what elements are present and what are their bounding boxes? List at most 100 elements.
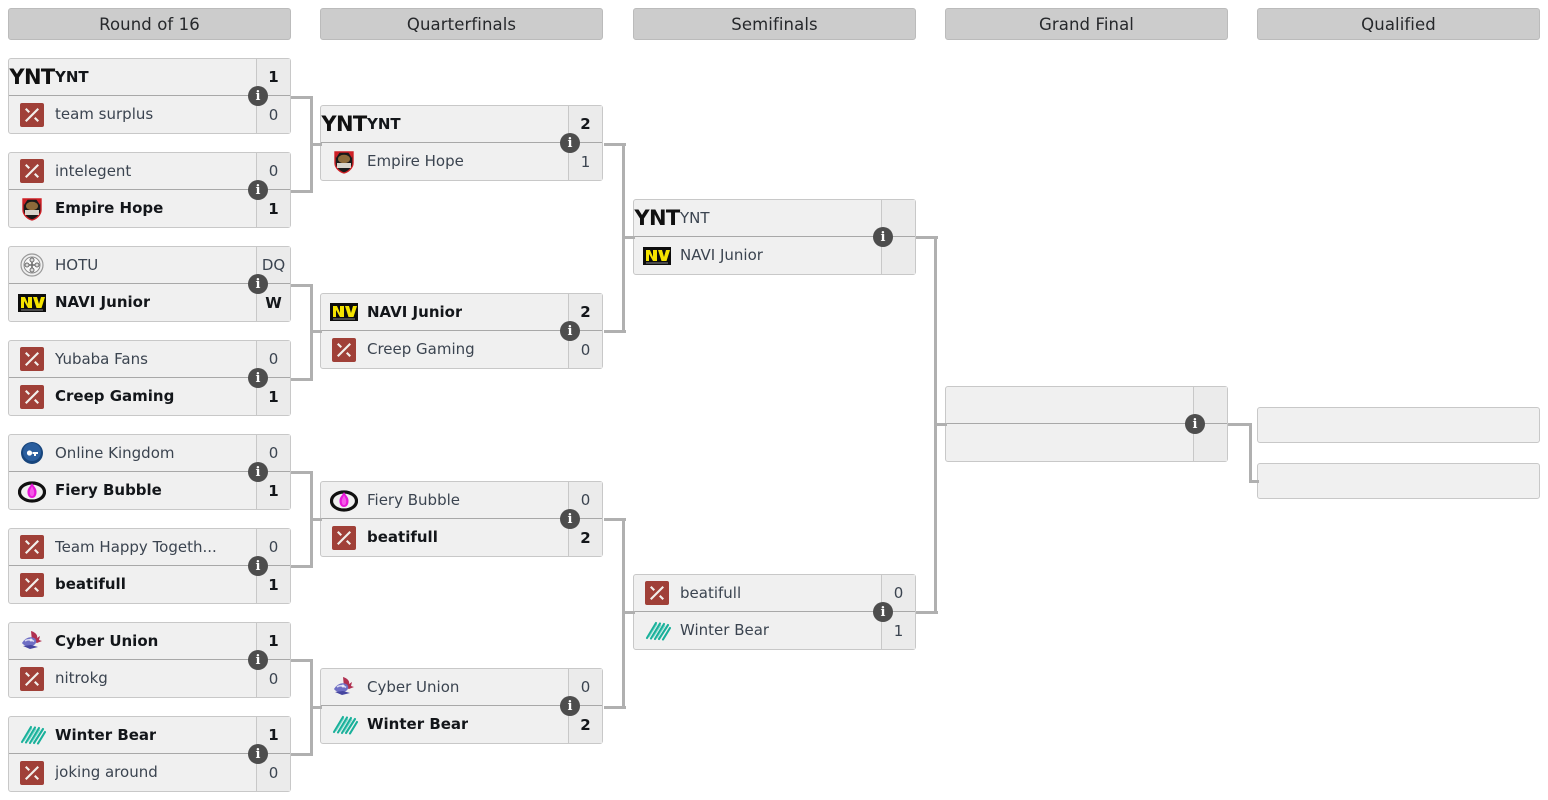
opponent-bottom: team surplus	[9, 96, 256, 133]
match-opponent-row[interactable]: Team Happy Togeth... 0	[9, 529, 290, 566]
opponent-bottom: NAVI Junior	[634, 237, 881, 274]
match-info-icon[interactable]: i	[248, 368, 268, 388]
navi-logo-icon	[329, 299, 359, 325]
match-info-icon[interactable]: i	[248, 462, 268, 482]
connector	[310, 706, 322, 709]
match-info-icon[interactable]: i	[560, 696, 580, 716]
qualified-slot-1[interactable]	[1257, 407, 1540, 443]
match-info-icon[interactable]: i	[248, 556, 268, 576]
match-opponent-row[interactable]: Yubaba Fans 0	[9, 341, 290, 378]
dota-default-logo-icon	[329, 337, 359, 363]
match-info-icon[interactable]: i	[248, 180, 268, 200]
match-opponent-row[interactable]: YNT YNT 2	[321, 106, 602, 143]
match-info-icon[interactable]: i	[873, 602, 893, 622]
opponent-bottom	[946, 424, 1193, 461]
connector	[622, 611, 635, 614]
match-opponent-row[interactable]: Online Kingdom 0	[9, 435, 290, 472]
ynt-text-logo-icon: YNT	[321, 111, 367, 136]
team-name: Fiery Bubble	[367, 492, 460, 508]
match-opponent-row[interactable]: joking around 0	[9, 754, 290, 791]
match-r16-3[interactable]: HOTU DQ NAVI Junior W i	[8, 246, 291, 322]
qualified-slot-2[interactable]	[1257, 463, 1540, 499]
team-name: Winter Bear	[367, 717, 469, 732]
match-info-icon[interactable]: i	[248, 744, 268, 764]
match-opponent-row[interactable]: Fiery Bubble 1	[9, 472, 290, 509]
navi-logo-icon	[17, 290, 47, 316]
match-info-icon[interactable]: i	[248, 274, 268, 294]
match-info-icon[interactable]: i	[1185, 414, 1205, 434]
team-name: Cyber Union	[367, 679, 460, 695]
opponent-top: NAVI Junior	[321, 294, 568, 330]
dota-default-logo-icon	[17, 384, 47, 410]
match-r16-8[interactable]: Winter Bear 1 joking around 0 i	[8, 716, 291, 792]
match-opponent-row[interactable]: Winter Bear 1	[9, 717, 290, 754]
match-opponent-row[interactable]: intelegent 0	[9, 153, 290, 190]
dota-default-logo-icon	[329, 525, 359, 551]
qualified-row[interactable]	[1258, 464, 1539, 498]
opponent-top: intelegent	[9, 153, 256, 189]
match-opponent-row[interactable]: team surplus 0	[9, 96, 290, 133]
match-opponent-row[interactable]: NAVI Junior	[634, 237, 915, 274]
match-opponent-row[interactable]: beatifull 1	[9, 566, 290, 603]
match-qf-2[interactable]: NAVI Junior 2 Creep Gaming 0 i	[320, 293, 603, 369]
team-name: YNT	[55, 69, 89, 85]
match-r16-2[interactable]: intelegent 0 Empire Hope 1 i	[8, 152, 291, 228]
match-info-icon[interactable]: i	[873, 227, 893, 247]
match-info-icon[interactable]: i	[560, 509, 580, 529]
navi-logo-icon	[642, 243, 672, 269]
opponent-top: YNT YNT	[321, 106, 568, 142]
connector	[310, 143, 322, 146]
match-opponent-row[interactable]: Empire Hope 1	[9, 190, 290, 227]
match-opponent-row[interactable]: NAVI Junior 2	[321, 294, 602, 331]
match-grand-final[interactable]: i	[945, 386, 1228, 462]
tournament-bracket: Round of 16 Quarterfinals Semifinals Gra…	[0, 0, 1548, 800]
match-opponent-row[interactable]: Fiery Bubble 0	[321, 482, 602, 519]
match-opponent-row[interactable]: Cyber Union 0	[321, 669, 602, 706]
hotu-logo-icon	[17, 252, 47, 278]
match-opponent-row[interactable]: beatifull 0	[634, 575, 915, 612]
match-opponent-row[interactable]: Creep Gaming 0	[321, 331, 602, 368]
match-opponent-row[interactable]	[946, 424, 1227, 461]
match-r16-5[interactable]: Online Kingdom 0 Fiery Bubble 1 i	[8, 434, 291, 510]
match-info-icon[interactable]: i	[560, 133, 580, 153]
match-opponent-row[interactable]: NAVI Junior W	[9, 284, 290, 321]
round-header-qualified: Qualified	[1257, 8, 1540, 40]
opponent-top: Winter Bear	[9, 717, 256, 753]
match-opponent-row[interactable]: Creep Gaming 1	[9, 378, 290, 415]
connector	[310, 330, 322, 333]
match-info-icon[interactable]: i	[248, 86, 268, 106]
match-opponent-row[interactable]: Cyber Union 1	[9, 623, 290, 660]
match-r16-7[interactable]: Cyber Union 1 nitrokg 0 i	[8, 622, 291, 698]
match-qf-3[interactable]: Fiery Bubble 0 beatifull 2 i	[320, 481, 603, 557]
match-opponent-row[interactable]: Winter Bear 2	[321, 706, 602, 743]
match-opponent-row[interactable]: Winter Bear 1	[634, 612, 915, 649]
opponent-top: YNT YNT	[634, 200, 881, 236]
opponent-bottom: Creep Gaming	[321, 331, 568, 368]
qualified-row[interactable]	[1258, 408, 1539, 442]
match-sf-2[interactable]: beatifull 0 Winter Bear 1 i	[633, 574, 916, 650]
match-sf-1[interactable]: YNT YNT NAVI Junior i	[633, 199, 916, 275]
empire-hope-logo-icon	[329, 149, 359, 175]
round-header-label: Round of 16	[99, 14, 200, 34]
team-name: beatifull	[55, 577, 126, 592]
team-name: beatifull	[367, 530, 438, 545]
match-info-icon[interactable]: i	[248, 650, 268, 670]
match-qf-4[interactable]: Cyber Union 0 Winter Bear 2 i	[320, 668, 603, 744]
connector	[1249, 480, 1259, 483]
match-opponent-row[interactable]: Empire Hope 1	[321, 143, 602, 180]
team-name: beatifull	[680, 585, 742, 601]
match-opponent-row[interactable]: YNT YNT 1	[9, 59, 290, 96]
match-opponent-row[interactable]: HOTU DQ	[9, 247, 290, 284]
match-info-icon[interactable]: i	[560, 321, 580, 341]
ynt-text-logo-icon: YNT	[634, 205, 680, 230]
match-opponent-row[interactable]: beatifull 2	[321, 519, 602, 556]
match-r16-6[interactable]: Team Happy Togeth... 0 beatifull 1 i	[8, 528, 291, 604]
match-opponent-row[interactable]: YNT YNT	[634, 200, 915, 237]
opponent-bottom: beatifull	[321, 519, 568, 556]
match-opponent-row[interactable]	[946, 387, 1227, 424]
match-qf-1[interactable]: YNT YNT 2 Empire Hope 1 i	[320, 105, 603, 181]
match-opponent-row[interactable]: nitrokg 0	[9, 660, 290, 697]
ynt-text-logo-icon: YNT	[9, 64, 55, 89]
match-r16-4[interactable]: Yubaba Fans 0 Creep Gaming 1 i	[8, 340, 291, 416]
match-r16-1[interactable]: YNT YNT 1 team surplus 0 i	[8, 58, 291, 134]
